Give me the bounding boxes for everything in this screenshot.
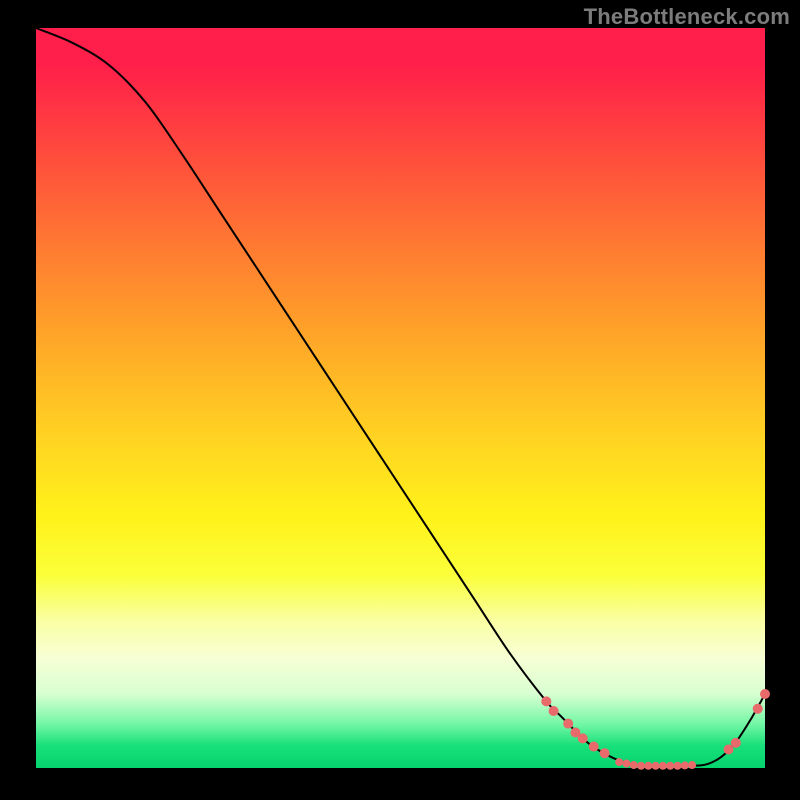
curve-marker [637,762,645,770]
curve-marker [659,762,667,770]
curve-marker [541,696,551,706]
curve-marker [674,762,682,770]
bottleneck-curve [36,28,765,766]
curve-marker [644,762,652,770]
curve-marker [688,761,696,769]
curve-marker [600,748,610,758]
curve-marker [760,689,770,699]
chart-overlay [36,28,765,768]
curve-marker [731,738,741,748]
curve-marker [681,761,689,769]
watermark: TheBottleneck.com [584,4,790,30]
curve-marker [549,706,559,716]
curve-markers [541,689,770,770]
curve-marker [622,760,630,768]
curve-marker [630,761,638,769]
curve-marker [753,704,763,714]
curve-marker [578,733,588,743]
curve-marker [589,742,599,752]
chart-frame: TheBottleneck.com [0,0,800,800]
curve-marker [615,758,623,766]
curve-marker [666,762,674,770]
curve-marker [652,762,660,770]
curve-marker [563,719,573,729]
